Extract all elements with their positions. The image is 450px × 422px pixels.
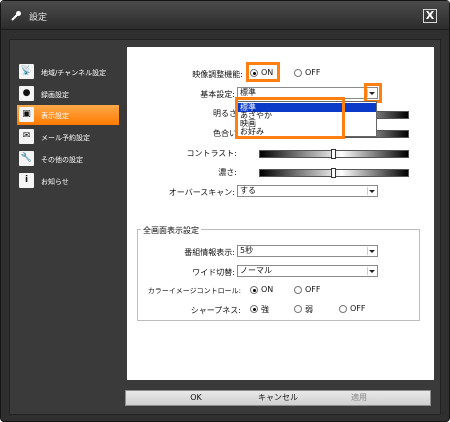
ok-button[interactable]: OK xyxy=(163,392,229,404)
sidebar-item-recording[interactable]: ● 録画設定 xyxy=(17,84,119,104)
antenna-icon: 📡 xyxy=(19,64,34,79)
sidebar-item-label: 地域/チャンネル設定 xyxy=(41,69,107,77)
cancel-button[interactable]: キャンセル xyxy=(245,392,311,404)
fullscreen-group-title: 全画面表示設定 xyxy=(141,225,201,236)
chevron-down-icon[interactable] xyxy=(367,247,376,255)
brightness-label: 明るさ xyxy=(213,109,237,118)
program-info-value: 5秒 xyxy=(240,246,254,255)
sidebar-item-label: お知らせ xyxy=(41,178,69,186)
base-setting-value: 標準 xyxy=(240,88,256,97)
depth-slider[interactable] xyxy=(259,168,409,178)
contrast-thumb[interactable] xyxy=(331,149,336,159)
sharpness-label: シャープネス: xyxy=(190,306,241,315)
on-highlight xyxy=(246,62,280,82)
sidebar-item-label: メール予約設定 xyxy=(41,134,90,142)
wide-switch-value: ノーマル xyxy=(240,266,272,275)
color-label: 色合い xyxy=(213,129,237,138)
wrench-icon: 🔧 xyxy=(19,151,34,166)
sharpness-weak-text: 弱 xyxy=(305,305,313,314)
overscan-select[interactable]: する xyxy=(237,185,378,197)
settings-window: 設定 X 📡 地域/チャンネル設定 ● 録画設定 ▣ 表示設定 ✉ メール予約設… xyxy=(0,0,450,422)
sharpness-strong-text: 強 xyxy=(261,305,269,314)
sharpness-weak-radio[interactable] xyxy=(294,305,302,313)
close-button[interactable]: X xyxy=(423,9,437,23)
video-adjust-off-radio[interactable] xyxy=(294,69,302,77)
sidebar-item-other[interactable]: 🔧 その他の設定 xyxy=(17,149,119,169)
sidebar-item-label: 録画設定 xyxy=(41,91,69,99)
title-bar[interactable]: 設定 X xyxy=(1,1,449,30)
chevron-down-icon[interactable] xyxy=(367,187,376,195)
video-adjust-label: 映像調整機能: xyxy=(192,70,243,79)
arrow-highlight xyxy=(364,83,382,103)
sidebar-item-channel[interactable]: 📡 地域/チャンネル設定 xyxy=(17,62,119,82)
sharpness-off-radio[interactable] xyxy=(339,305,347,313)
sidebar-item-info[interactable]: i お知らせ xyxy=(17,171,119,191)
contrast-label: コントラスト: xyxy=(186,149,237,158)
sidebar-item-label: その他の設定 xyxy=(41,156,83,164)
overscan-label: オーバースキャン: xyxy=(168,188,235,197)
window-title: 設定 xyxy=(29,13,48,23)
wide-switch-select[interactable]: ノーマル xyxy=(237,265,378,277)
program-info-label: 番組情報表示: xyxy=(184,248,235,257)
apply-button[interactable]: 適用 xyxy=(326,392,392,404)
program-info-select[interactable]: 5秒 xyxy=(237,245,378,257)
sidebar-item-mail[interactable]: ✉ メール予約設定 xyxy=(17,127,119,147)
sidebar-item-display[interactable]: ▣ 表示設定 xyxy=(17,105,119,125)
chevron-down-icon[interactable] xyxy=(367,267,376,275)
color-image-off-text: OFF xyxy=(305,285,321,294)
depth-label: 濃さ: xyxy=(218,168,237,177)
color-image-on-text: ON xyxy=(261,285,274,294)
mail-icon: ✉ xyxy=(19,129,34,144)
info-icon: i xyxy=(19,173,34,188)
record-icon: ● xyxy=(19,86,34,101)
overscan-value: する xyxy=(240,186,256,195)
wrench-title-icon xyxy=(11,11,21,21)
color-image-off-radio[interactable] xyxy=(294,286,302,294)
base-setting-label: 基本設定: xyxy=(200,90,235,99)
color-image-control-label: カラーイメージコントロール: xyxy=(147,287,241,295)
sharpness-off-text: OFF xyxy=(350,304,366,313)
sharpness-strong-radio[interactable] xyxy=(250,305,258,313)
display-icon: ▣ xyxy=(19,107,34,122)
contrast-slider[interactable] xyxy=(259,149,409,159)
video-adjust-off-text: OFF xyxy=(305,68,321,77)
color-image-on-radio[interactable] xyxy=(250,286,258,294)
sidebar-item-label: 表示設定 xyxy=(41,112,69,120)
wide-switch-label: ワイド切替: xyxy=(192,268,235,277)
dropdown-highlight xyxy=(235,97,345,139)
depth-thumb[interactable] xyxy=(331,168,336,178)
